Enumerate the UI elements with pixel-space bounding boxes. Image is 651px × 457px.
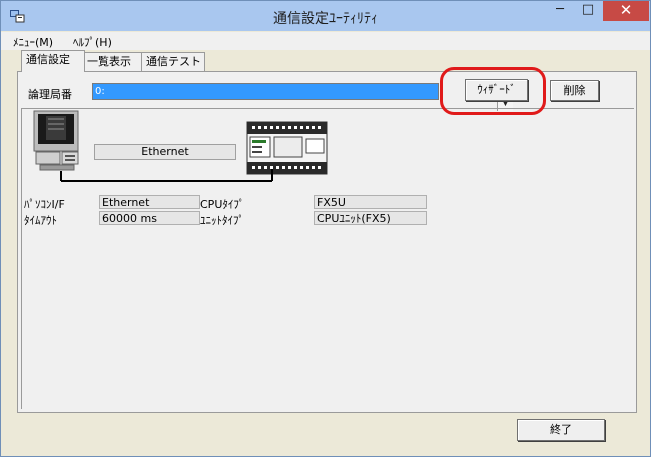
pc-if-label: ﾊﾟｿｺﾝI/F — [24, 198, 65, 211]
menu-item-menu[interactable]: ﾒﾆｭｰ(M) — [13, 34, 53, 50]
delete-button[interactable]: 削除 — [550, 80, 599, 101]
close-button[interactable]: ✕ — [603, 1, 649, 21]
unit-type-label: ﾕﾆｯﾄﾀｲﾌﾟ — [200, 214, 244, 227]
station-label: 論理局番 — [28, 88, 72, 101]
menu-item-help[interactable]: ﾍﾙﾌﾟ(H) — [73, 34, 112, 50]
pc-if-value: Ethernet — [99, 195, 200, 209]
connection-diagram: Ethernet ﾊﾟｿｺﾝI/F Ethernet CPUﾀｲﾌﾟ FX5U … — [21, 108, 634, 409]
maximize-button[interactable]: □ — [575, 1, 601, 21]
network-line — [60, 169, 273, 182]
app-window: 通信設定ﾕｰﾃｨﾘﾃｨ ─ □ ✕ ﾒﾆｭｰ(M) ﾍﾙﾌﾟ(H) 通信設定 一… — [0, 0, 651, 457]
timeout-label: ﾀｲﾑｱｳﾄ — [24, 214, 57, 227]
plc-icon — [246, 121, 328, 175]
station-select[interactable]: 0: ▼ — [92, 83, 513, 111]
tab-settings[interactable]: 通信設定 — [21, 50, 85, 72]
timeout-value: 60000 ms — [99, 211, 200, 225]
exit-button[interactable]: 終了 — [517, 419, 605, 441]
station-value: 0: — [95, 86, 105, 97]
cpu-type-value: FX5U — [314, 195, 427, 209]
title-bar[interactable]: 通信設定ﾕｰﾃｨﾘﾃｨ ─ □ ✕ — [1, 1, 650, 31]
connection-type-label: Ethernet — [94, 144, 236, 160]
tab-list-view[interactable]: 一覧表示 — [82, 52, 144, 71]
unit-type-value: CPUﾕﾆｯﾄ(FX5) — [314, 211, 427, 225]
wizard-highlight-annotation — [440, 67, 546, 115]
menu-bar: ﾒﾆｭｰ(M) ﾍﾙﾌﾟ(H) — [1, 32, 650, 50]
minimize-button[interactable]: ─ — [547, 1, 573, 21]
settings-panel: 論理局番 0: ▼ ｳｨｻﾞｰﾄﾞ 削除 Ethernet ﾊﾟｿｺﾝI/F E… — [17, 71, 637, 413]
cpu-type-label: CPUﾀｲﾌﾟ — [200, 198, 245, 211]
pc-icon — [33, 110, 79, 171]
tab-comm-test[interactable]: 通信テスト — [141, 52, 205, 71]
